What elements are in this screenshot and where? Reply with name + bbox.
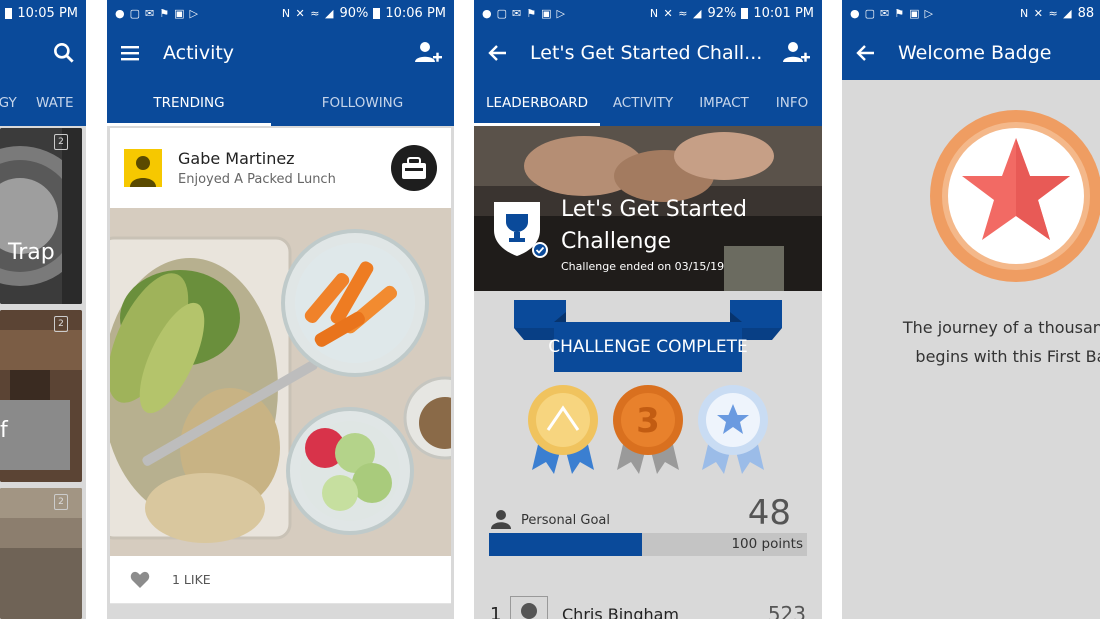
user-avatar[interactable]: [124, 149, 162, 187]
card-image: [0, 310, 82, 482]
person-icon: [491, 510, 511, 529]
heart-icon[interactable]: [130, 571, 150, 589]
phone-screen-3: ● ▢ ✉ ⚑ ▣ ▷ N ✕ ≈ ◢ 92% 10:01 PM Let's Get St…: [474, 0, 822, 619]
tab-impact[interactable]: IMPACT: [686, 80, 762, 126]
status-time: 10:05 PM: [17, 5, 78, 21]
personal-goal: Personal Goal 48 100 points: [489, 493, 807, 563]
challenge-hero: Let's Get Started Challenge Challenge en…: [474, 126, 822, 291]
screenshot-collage: 10:05 PM RGY WATE 2 Trap: [0, 0, 1100, 619]
page-title: Welcome Badge: [898, 42, 1052, 64]
card-badge: 2: [54, 316, 68, 332]
star-medal-icon[interactable]: [696, 384, 770, 476]
system-status-icons: N ✕ ≈ ◢: [281, 6, 335, 20]
tab-bar: LEADERBOARD ACTIVITY IMPACT INFO: [474, 80, 822, 126]
battery-percent: 92%: [707, 5, 737, 21]
tab-trending[interactable]: TRENDING: [107, 80, 271, 126]
post-action-text: Enjoyed A Packed Lunch: [178, 172, 336, 187]
badge-description: The journey of a thousand B begins with …: [842, 313, 1100, 371]
card-title: Trap: [8, 240, 55, 265]
goal-value: 48: [747, 493, 791, 533]
app-bar: Activity: [107, 26, 454, 80]
like-count[interactable]: 1 LIKE: [172, 572, 211, 587]
phone-screen-1: 10:05 PM RGY WATE 2 Trap: [0, 0, 86, 619]
back-arrow-icon[interactable]: [856, 44, 876, 62]
card-badge: 2: [54, 134, 68, 150]
like-row: 1 LIKE: [110, 556, 451, 604]
star-badge-icon: [930, 110, 1100, 282]
post-header: Gabe Martinez Enjoyed A Packed Lunch: [110, 128, 451, 208]
tab-water[interactable]: WATE: [32, 80, 86, 126]
card-title: f: [0, 418, 8, 443]
app-bar: Let's Get Started Chall...: [474, 26, 822, 80]
tab-info[interactable]: INFO: [762, 80, 822, 126]
card-image: [0, 128, 82, 304]
status-time: 10:01 PM: [753, 5, 814, 21]
challenge-title: Let's Get Started Challenge: [561, 197, 747, 254]
mountain-medal-icon[interactable]: [526, 384, 600, 476]
challenge-end-date: Challenge ended on 03/15/19: [561, 260, 725, 273]
page-title: Let's Get Started Chall...: [530, 42, 763, 64]
card-image: [0, 488, 82, 619]
leaderboard-score: 523: [767, 602, 806, 619]
page-title: Activity: [163, 42, 235, 64]
battery-icon: [741, 7, 749, 19]
battery-percent: 90%: [339, 5, 369, 21]
status-bar: 10:05 PM: [0, 0, 86, 26]
goal-progress-bar: 100 points: [489, 533, 807, 556]
badge-description-line-1: The journey of a thousand B: [902, 318, 1100, 337]
status-time: 10:06 PM: [385, 5, 446, 21]
goal-points: 100 points: [731, 536, 803, 552]
system-status-icons: N ✕ ≈ ◢: [649, 6, 703, 20]
status-bar: ● ▢ ✉ ⚑ ▣ ▷ N ✕ ≈ ◢ 92% 10:01 PM: [474, 0, 822, 26]
tab-leaderboard[interactable]: LEADERBOARD: [474, 80, 600, 126]
add-friend-icon[interactable]: [782, 40, 810, 66]
notification-icons: ● ▢ ✉ ⚑ ▣ ▷: [115, 6, 199, 20]
activity-card[interactable]: 2 Trap: [0, 128, 82, 304]
tab-following[interactable]: FOLLOWING: [271, 80, 454, 126]
leaderboard-name: Chris Bingham: [562, 605, 680, 619]
app-bar: [0, 26, 86, 80]
activity-card[interactable]: 2: [0, 488, 82, 619]
add-friend-icon[interactable]: [414, 40, 442, 66]
post-user-name[interactable]: Gabe Martinez: [178, 149, 336, 168]
lunch-box-icon: [391, 145, 437, 191]
leaderboard-row[interactable]: 1 Chris Bingham 523: [474, 592, 822, 619]
badge-description-line-2: begins with this First Bad: [915, 347, 1100, 366]
activity-post-card[interactable]: Gabe Martinez Enjoyed A Packed Lunch 1 L…: [110, 128, 451, 604]
search-icon[interactable]: [50, 40, 78, 66]
menu-icon[interactable]: [121, 45, 141, 61]
goal-label: Personal Goal: [521, 513, 611, 528]
system-status-icons: N ✕ ≈ ◢: [1020, 6, 1073, 20]
card-badge: 2: [54, 494, 68, 510]
status-bar: ● ▢ ✉ ⚑ ▣ ▷ N ✕ ≈ ◢ 90% 10:06 PM: [107, 0, 454, 26]
phone-screen-2: ● ▢ ✉ ⚑ ▣ ▷ N ✕ ≈ ◢ 90% 10:06 PM Activity TRE…: [107, 0, 454, 619]
number-3-medal-icon[interactable]: 3: [611, 384, 685, 476]
back-arrow-icon[interactable]: [488, 44, 508, 62]
post-photo[interactable]: [110, 208, 451, 556]
tab-activity[interactable]: ACTIVITY: [600, 80, 686, 126]
phone-screen-4: ● ▢ ✉ ⚑ ▣ ▷ N ✕ ≈ ◢ 88 Welcome Badge The jour…: [842, 0, 1100, 619]
banner-text: CHALLENGE COMPLETE: [548, 337, 748, 357]
trophy-shield-icon: [494, 202, 548, 258]
avatar: [510, 596, 548, 619]
person-icon: [130, 156, 156, 187]
notification-icons: ● ▢ ✉ ⚑ ▣ ▷: [850, 6, 934, 20]
battery-icon: [5, 7, 13, 19]
svg-text:3: 3: [636, 401, 660, 441]
battery-icon: [373, 7, 381, 19]
activity-card[interactable]: 2 f: [0, 310, 82, 482]
battery-percent: 88: [1077, 5, 1095, 21]
challenge-complete-banner: CHALLENGE COMPLETE: [514, 300, 782, 372]
tab-bar: TRENDING FOLLOWING: [107, 80, 454, 126]
app-bar: Welcome Badge: [842, 26, 1100, 80]
status-bar: ● ▢ ✉ ⚑ ▣ ▷ N ✕ ≈ ◢ 88: [842, 0, 1100, 26]
tab-energy[interactable]: RGY: [0, 80, 32, 126]
leaderboard-rank: 1: [490, 604, 502, 619]
tab-bar: RGY WATE: [0, 80, 86, 126]
notification-icons: ● ▢ ✉ ⚑ ▣ ▷: [482, 6, 566, 20]
goal-progress-fill: [489, 533, 642, 556]
